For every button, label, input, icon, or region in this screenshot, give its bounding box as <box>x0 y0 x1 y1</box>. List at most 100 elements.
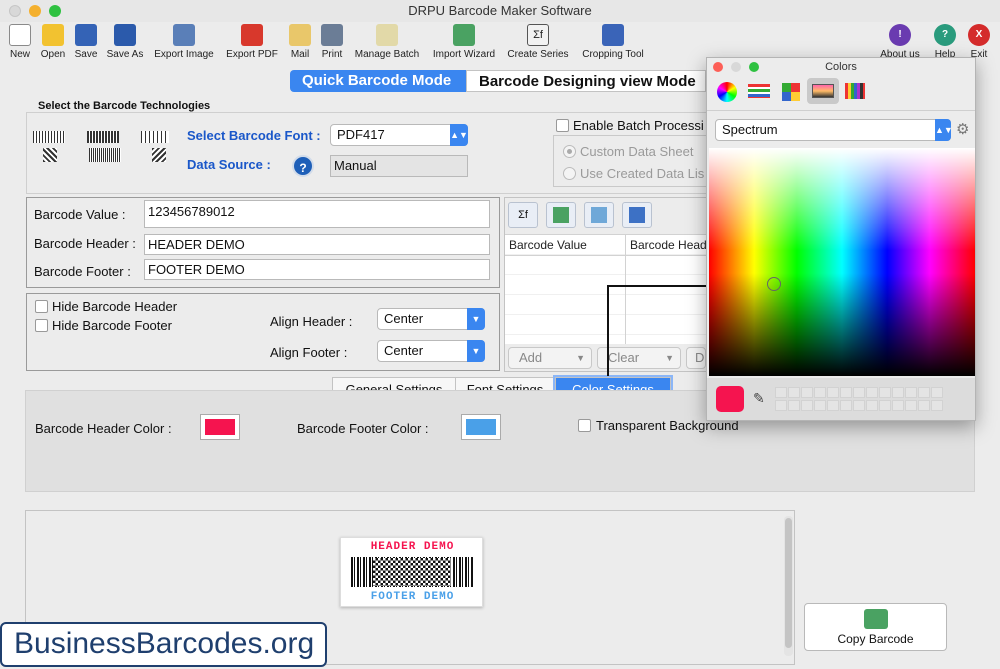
saved-swatch-cell[interactable] <box>788 387 800 398</box>
saved-swatch-cell[interactable] <box>827 400 839 411</box>
open-button[interactable]: Open <box>37 22 69 66</box>
new-button[interactable]: New <box>5 22 35 66</box>
save-as-button[interactable]: Save As <box>104 22 146 66</box>
align-footer-select[interactable]: Center ▼ <box>377 340 485 362</box>
footer-color-label: Barcode Footer Color : <box>297 421 429 436</box>
data-source-label: Data Source : <box>187 157 271 172</box>
barcode-footer-input[interactable]: FOOTER DEMO <box>144 259 490 280</box>
header-color-fill <box>205 419 235 435</box>
column-header-barcode-header[interactable]: Barcode Heade <box>630 238 713 252</box>
color-palettes-mode-button[interactable] <box>777 78 805 104</box>
saved-swatch-cell[interactable] <box>853 387 865 398</box>
saved-swatch-cell[interactable] <box>905 387 917 398</box>
align-header-select[interactable]: Center ▼ <box>377 308 485 330</box>
hide-footer-checkbox[interactable] <box>35 319 48 332</box>
barcode-header-input[interactable]: HEADER DEMO <box>144 234 490 255</box>
saved-swatch-cell[interactable] <box>931 387 943 398</box>
exit-icon: X <box>968 24 990 46</box>
copy-barcode-button[interactable]: Copy Barcode <box>804 603 947 651</box>
crayons-icon <box>845 83 865 99</box>
created-data-list-radio[interactable] <box>563 167 576 180</box>
export-grid-button[interactable] <box>622 202 652 228</box>
add-button[interactable]: Add ▼ <box>508 347 592 369</box>
quick-barcode-mode-tab[interactable]: Quick Barcode Mode <box>290 70 466 92</box>
create-series-button[interactable]: Σf Create Series <box>504 22 572 66</box>
saved-swatch-cell[interactable] <box>814 400 826 411</box>
designing-view-mode-tab[interactable]: Barcode Designing view Mode <box>466 70 706 92</box>
custom-data-sheet-label: Custom Data Sheet <box>580 144 694 159</box>
print-button[interactable]: Print <box>317 22 347 66</box>
close-window-button[interactable] <box>9 5 21 17</box>
current-color-swatch[interactable] <box>716 386 744 412</box>
saved-swatch-cell[interactable] <box>918 387 930 398</box>
saved-swatch-cell[interactable] <box>775 400 787 411</box>
color-sliders-mode-button[interactable] <box>745 78 773 104</box>
barcode-type-thumbnail[interactable] <box>141 131 173 165</box>
saved-swatch-cell[interactable] <box>801 400 813 411</box>
saved-swatch-cell[interactable] <box>866 400 878 411</box>
saved-swatch-cell[interactable] <box>931 400 943 411</box>
saved-swatch-cell[interactable] <box>788 400 800 411</box>
gear-icon[interactable]: ⚙ <box>956 120 969 138</box>
barcode-font-select[interactable]: PDF417 ▲▼ <box>330 124 468 146</box>
custom-data-sheet-radio[interactable] <box>563 145 576 158</box>
export-image-button[interactable]: Export Image <box>150 22 218 66</box>
save-button[interactable]: Save <box>71 22 101 66</box>
saved-swatch-cell[interactable] <box>775 387 787 398</box>
enable-batch-checkbox[interactable] <box>556 119 569 132</box>
zoom-window-button[interactable] <box>49 5 61 17</box>
align-header-label: Align Header : <box>270 314 353 329</box>
footer-color-swatch[interactable] <box>461 414 501 440</box>
manage-batch-button[interactable]: Manage Batch <box>350 22 424 66</box>
minimize-window-button[interactable] <box>29 5 41 17</box>
saved-swatch-cell[interactable] <box>866 387 878 398</box>
spectrum-crosshair[interactable] <box>767 277 781 291</box>
column-header-barcode-value[interactable]: Barcode Value <box>509 238 587 252</box>
hide-header-label: Hide Barcode Header <box>52 299 178 314</box>
color-spectrum[interactable] <box>709 148 975 376</box>
series-grid-button[interactable]: Σf <box>508 202 538 228</box>
barcode-value-input[interactable]: 123456789012 <box>144 200 490 228</box>
palette-select[interactable]: Spectrum ▲▼ <box>715 119 953 141</box>
colors-close-button[interactable] <box>713 62 723 72</box>
saved-swatch-cell[interactable] <box>892 400 904 411</box>
saved-swatch-cell[interactable] <box>879 400 891 411</box>
data-source-help-icon[interactable]: ? <box>292 155 314 177</box>
mail-button[interactable]: Mail <box>286 22 314 66</box>
hide-header-checkbox[interactable] <box>35 300 48 313</box>
saved-swatch-cell[interactable] <box>827 387 839 398</box>
saved-swatch-cell[interactable] <box>879 387 891 398</box>
preview-scrollbar[interactable] <box>784 516 793 656</box>
saved-swatch-cell[interactable] <box>892 387 904 398</box>
saved-swatch-cell[interactable] <box>840 387 852 398</box>
save-icon <box>75 24 97 46</box>
barcode-type-thumbnail[interactable] <box>33 131 65 165</box>
saved-swatch-cell[interactable] <box>840 400 852 411</box>
crayons-mode-button[interactable] <box>841 78 869 104</box>
color-wheel-mode-button[interactable] <box>713 78 741 104</box>
color-sliders-icon <box>748 84 770 98</box>
title-bar: DRPU Barcode Maker Software <box>0 0 1000 22</box>
header-color-swatch[interactable] <box>200 414 240 440</box>
saved-swatch-cell[interactable] <box>801 387 813 398</box>
pdf-icon <box>241 24 263 46</box>
saved-swatch-cell[interactable] <box>918 400 930 411</box>
saved-swatch-cell[interactable] <box>814 387 826 398</box>
barcode-value-label: Barcode Value : <box>34 207 126 222</box>
saved-swatch-cell[interactable] <box>853 400 865 411</box>
edit-grid-button[interactable] <box>584 202 614 228</box>
colors-zoom-button[interactable] <box>749 62 759 72</box>
image-palettes-mode-button[interactable] <box>807 78 839 104</box>
export-pdf-button[interactable]: Export PDF <box>222 22 282 66</box>
cropping-tool-button[interactable]: Cropping Tool <box>576 22 650 66</box>
barcode-font-label: Select Barcode Font : <box>187 128 321 143</box>
barcode-type-thumbnail[interactable] <box>87 131 121 165</box>
help-icon: ? <box>934 24 956 46</box>
image-palette-icon <box>812 84 834 98</box>
excel-import-button[interactable] <box>546 202 576 228</box>
colors-minimize-button[interactable] <box>731 62 741 72</box>
import-wizard-button[interactable]: Import Wizard <box>428 22 500 66</box>
saved-swatch-cell[interactable] <box>905 400 917 411</box>
transparent-background-checkbox[interactable] <box>578 419 591 432</box>
eyedropper-icon[interactable]: ✎ <box>753 390 765 407</box>
